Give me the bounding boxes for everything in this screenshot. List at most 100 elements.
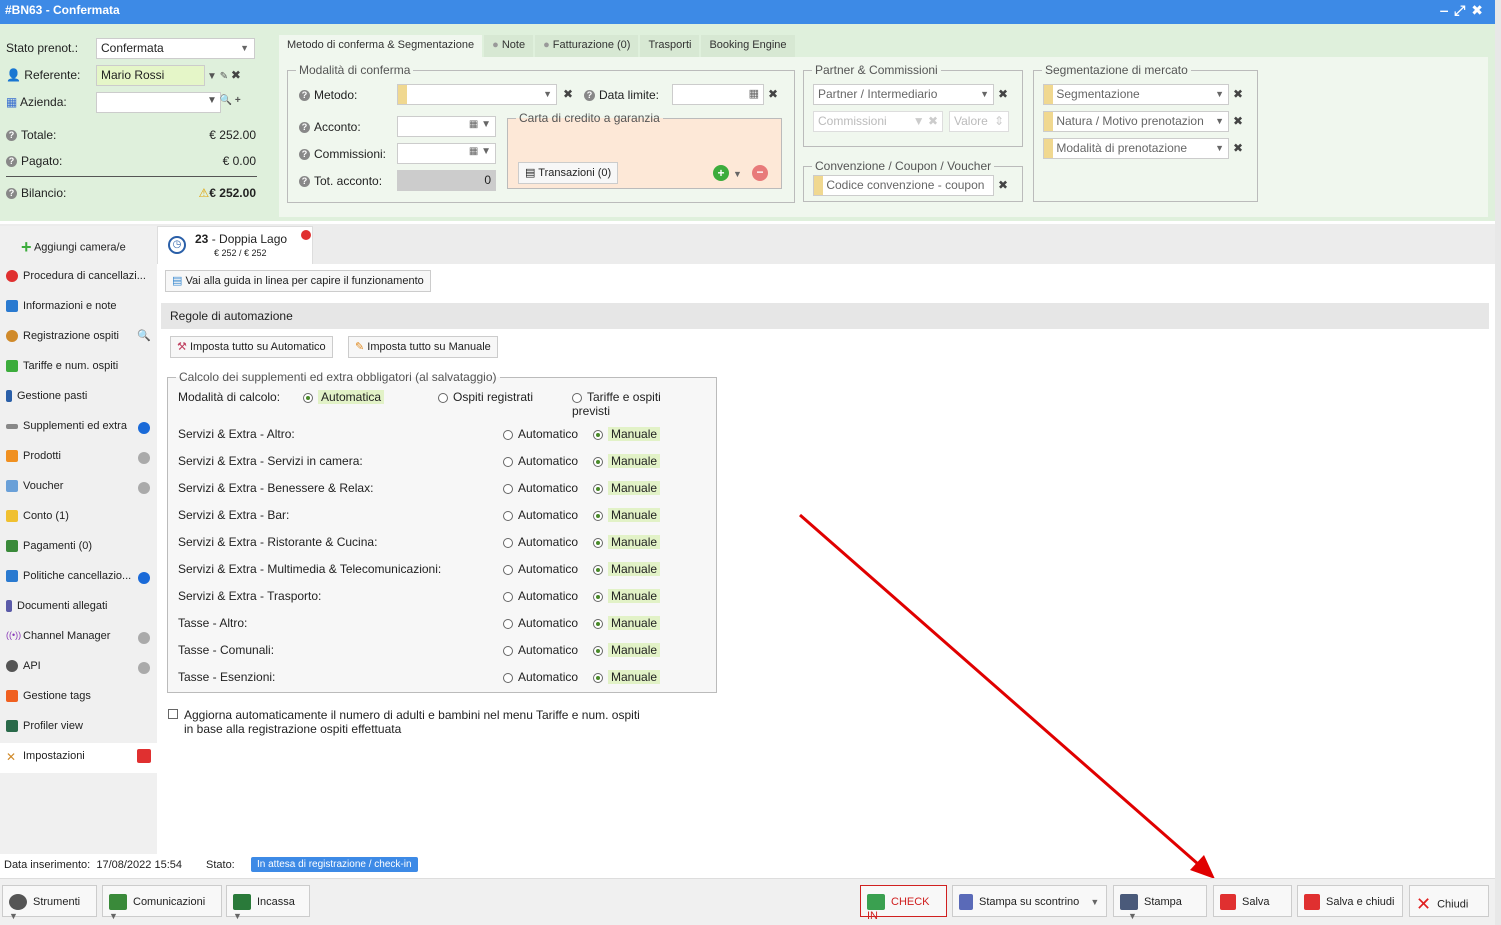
add-room-button[interactable]: + Aggiungi camera/e [15,230,172,260]
sidebar-item-documenti[interactable]: Documenti allegati [0,593,157,623]
clear-icon[interactable]: ✖ [563,87,573,101]
set-all-auto-button[interactable]: ⚒ Imposta tutto su Automatico [170,336,333,358]
radio-tariffe-previsti[interactable]: Tariffe e ospiti previsti [572,390,682,418]
add-icon[interactable]: + [235,95,241,106]
radio-manuale[interactable]: Manuale [593,535,661,549]
stampa-scontrino-button[interactable]: Stampa su scontrino ▼ [952,885,1107,917]
update-guests-checkbox[interactable] [168,709,178,719]
edit-icon[interactable]: ✎ [220,71,228,82]
chiudi-button[interactable]: ✕ Chiudi [1409,885,1489,917]
guide-button[interactable]: ▤ Vai alla guida in linea per capire il … [165,270,431,292]
sidebar-item-profiler[interactable]: Profiler view [0,713,157,743]
natura-select[interactable]: Natura / Motivo prenotazion ▼ [1043,111,1229,132]
stato-select[interactable]: Confermata ▼ [96,38,255,59]
radio-manuale[interactable]: Manuale [593,508,661,522]
data-limite-input[interactable]: ▦ [672,84,764,105]
radio-manuale[interactable]: Manuale [593,427,661,441]
sidebar-item-impostazioni[interactable]: ✕ Impostazioni [0,743,157,773]
tab-fatturazione[interactable]: ● Fatturazione (0) [535,35,639,57]
sidebar-item-politiche[interactable]: Politiche cancellazio... [0,563,157,593]
calculator-icon[interactable]: ▦ ▼ [469,119,491,130]
window-controls[interactable]: ‒⤢✖ [1440,2,1489,19]
radio-automatico[interactable]: Automatico [503,427,578,441]
clear-icon[interactable]: ✖ [1233,114,1243,128]
modalita-select[interactable]: Modalità di prenotazione ▼ [1043,138,1229,159]
referente-actions[interactable]: ▼ ✎ ✖ [207,68,241,82]
sidebar-item-tariffe[interactable]: Tariffe e num. ospiti [0,353,157,383]
maximize-icon[interactable]: ⤢ [1454,2,1471,18]
add-circle-icon[interactable]: + [713,165,729,181]
clear-icon[interactable]: ✖ [998,87,1008,101]
radio-automatico[interactable]: Automatico [503,454,578,468]
radio-manuale[interactable]: Manuale [593,562,661,576]
radio-manuale[interactable]: Manuale [593,643,661,657]
radio-manuale[interactable]: Manuale [593,670,661,684]
chevron-down-icon[interactable]: ▼ [733,169,742,179]
transazioni-button[interactable]: ▤ Transazioni (0) [518,162,619,184]
stampa-button[interactable]: Stampa ▼ [1113,885,1207,921]
clear-icon[interactable]: ✖ [998,178,1008,192]
sidebar-item-registrazione[interactable]: Registrazione ospiti 🔍 [0,323,157,353]
sidebar-item-channel-manager[interactable]: ((•)) Channel Manager [0,623,157,653]
chevron-down-icon[interactable]: ▼ [207,95,217,106]
salva-button[interactable]: Salva [1213,885,1292,917]
sidebar-item-conto[interactable]: Conto (1) [0,503,157,533]
search-icon[interactable]: 🔍 [220,95,232,106]
tab-trasporti[interactable]: Trasporti [640,35,700,57]
segmentazione-select[interactable]: Segmentazione ▼ [1043,84,1229,105]
sidebar-item-supplementi[interactable]: Supplementi ed extra [0,413,157,443]
radio-manuale[interactable]: Manuale [593,616,661,630]
sidebar-item-prodotti[interactable]: Prodotti [0,443,157,473]
commissioni-input[interactable]: ▦ ▼ [397,143,496,164]
clear-icon[interactable]: ✖ [231,68,241,82]
row-label: Servizi & Extra - Bar: [178,508,290,522]
sidebar-item-tags[interactable]: Gestione tags [0,683,157,713]
radio-manuale[interactable]: Manuale [593,454,661,468]
close-icon[interactable]: ✖ [1471,2,1489,18]
sidebar-item-pagamenti[interactable]: Pagamenti (0) [0,533,157,563]
sidebar-item-api[interactable]: API [0,653,157,683]
metodo-select[interactable]: ▼ [397,84,557,105]
radio-manuale[interactable]: Manuale [593,589,661,603]
referente-field[interactable]: Mario Rossi [96,65,205,86]
azienda-actions[interactable]: ▼ 🔍 + [207,95,241,106]
comunicazioni-button[interactable]: Comunicazioni ▼ [102,885,222,921]
radio-ospiti-registrati[interactable]: Ospiti registrati [438,390,533,404]
radio-automatica[interactable]: Automatica [303,390,385,404]
chevron-down-icon[interactable]: ▼ [207,71,217,82]
tab-metodo[interactable]: Metodo di conferma & Segmentazione [279,35,483,57]
sidebar-item-voucher[interactable]: Voucher [0,473,157,503]
remove-room-icon[interactable] [301,230,311,240]
radio-automatico[interactable]: Automatico [503,535,578,549]
minimize-icon[interactable]: ‒ [1440,2,1454,18]
incassa-button[interactable]: Incassa ▼ [226,885,310,921]
checkin-button[interactable]: CHECK IN [860,885,947,922]
codice-input[interactable]: Codice convenzione - coupon [813,175,994,196]
radio-automatico[interactable]: Automatico [503,643,578,657]
radio-automatico[interactable]: Automatico [503,670,578,684]
clear-icon[interactable]: ✖ [768,87,778,101]
intermediario-select[interactable]: Partner / Intermediario ▼ [813,84,994,105]
calculator-icon[interactable]: ▦ ▼ [469,146,491,157]
acconto-input[interactable]: ▦ ▼ [397,116,496,137]
radio-automatico[interactable]: Automatico [503,616,578,630]
clear-icon[interactable]: ✖ [1233,87,1243,101]
sidebar-item-pasti[interactable]: Gestione pasti [0,383,157,413]
radio-automatico[interactable]: Automatico [503,562,578,576]
tab-booking-engine[interactable]: Booking Engine [701,35,795,57]
sidebar-item-cancellazione[interactable]: Procedura di cancellazi... [0,263,157,293]
radio-automatico[interactable]: Automatico [503,508,578,522]
radio-manuale[interactable]: Manuale [593,481,661,495]
salva-chiudi-button[interactable]: Salva e chiudi [1297,885,1403,917]
tab-note[interactable]: ● Note [484,35,534,57]
sidebar-item-informazioni[interactable]: Informazioni e note [0,293,157,323]
calendar-icon[interactable]: ▦ [749,87,759,100]
radio-automatico[interactable]: Automatico [503,589,578,603]
strumenti-button[interactable]: Strumenti ▼ [2,885,97,921]
set-all-manual-button[interactable]: ✎ Imposta tutto su Manuale [348,336,498,358]
remove-circle-icon[interactable]: − [752,165,768,181]
room-tab[interactable]: ◷ 23 - Doppia Lago € 252 / € 252 [157,226,313,264]
radio-automatico[interactable]: Automatico [503,481,578,495]
azienda-field[interactable] [96,92,221,113]
clear-icon[interactable]: ✖ [1233,141,1243,155]
